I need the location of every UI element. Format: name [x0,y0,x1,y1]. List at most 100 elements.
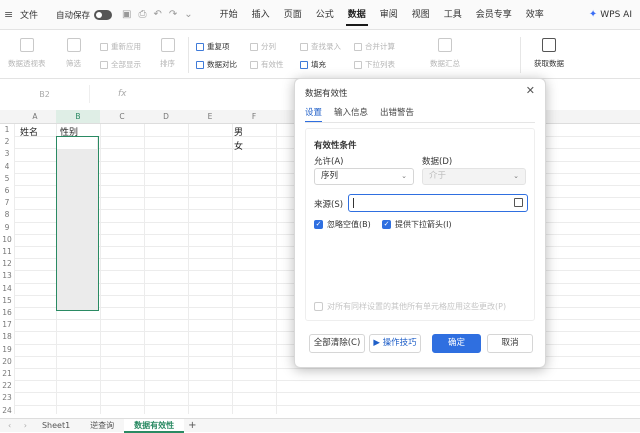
row-header[interactable]: 12 [0,258,14,270]
tab-review[interactable]: 审阅 [373,0,405,30]
fx-icon[interactable]: fx [118,89,127,99]
lookup-entry-button[interactable]: 查找录入 [300,41,341,52]
column-header[interactable]: F [232,110,276,124]
autosave-toggle[interactable] [94,9,113,20]
reapply-button[interactable]: 重新应用 [100,41,141,52]
row-header[interactable]: 6 [0,185,14,197]
clear-all-button[interactable]: 全部清除(C) [309,334,365,353]
sheet-tab[interactable]: 逆查询 [80,419,124,433]
redo-icon[interactable]: ↷ [169,9,177,20]
validity-button[interactable]: 有效性 [250,59,284,70]
column-header[interactable]: E [188,110,232,124]
tab-error-alert[interactable]: 出错警告 [380,106,414,123]
row-header[interactable]: 14 [0,283,14,295]
checkbox-checked-icon: ✓ [382,220,391,229]
get-data-button[interactable]: 获取数据 [534,38,564,69]
tab-data[interactable]: 数据 [341,0,373,30]
wps-ai-button[interactable]: ✦ WPS AI [589,9,632,20]
column-header[interactable]: B [56,110,100,124]
row-header[interactable]: 5 [0,173,14,185]
row-header[interactable]: 22 [0,380,14,392]
more-icon[interactable]: ⌄ [184,9,192,20]
source-input[interactable] [348,194,528,212]
row-header[interactable]: 20 [0,356,14,368]
cell-f2[interactable]: 女 [234,139,243,152]
file-menu[interactable]: 文件 [20,8,38,21]
fill-button[interactable]: 填充 [300,59,326,70]
column-header[interactable]: D [144,110,188,124]
row-header[interactable]: 10 [0,234,14,246]
filter-button[interactable]: 筛选 [66,38,81,69]
tab-tools[interactable]: 工具 [437,0,469,30]
sheet-nav-icon[interactable]: ‹ › [8,421,32,430]
row-header[interactable]: 15 [0,295,14,307]
dialog-tabs: 设置 输入信息 出错警告 [305,106,414,123]
close-icon[interactable]: ✕ [526,84,535,97]
dropdown-arrow-checkbox[interactable]: ✓ 提供下拉箭头(I) [382,219,452,230]
column-header[interactable]: C [100,110,144,124]
print-icon[interactable]: ⎙ [138,9,146,20]
name-box[interactable]: B2 [0,85,90,103]
select-all-corner[interactable] [0,110,14,124]
tab-view[interactable]: 视图 [405,0,437,30]
show-all-button[interactable]: 全部显示 [100,59,141,70]
sheet-tab[interactable]: Sheet1 [32,419,80,433]
dropdown-arrow-label: 提供下拉箭头(I) [395,220,452,229]
cell-f1[interactable]: 男 [234,125,243,138]
row-header[interactable]: 13 [0,270,14,282]
fill-icon [300,60,308,69]
ok-button[interactable]: 确定 [432,334,481,353]
selected-range[interactable] [56,136,99,311]
range-picker-icon[interactable] [514,198,523,207]
validity-icon [250,60,258,69]
allow-select[interactable]: 序列 ⌄ [314,168,414,185]
data-select: 介于 ⌄ [422,168,526,185]
tab-efficiency[interactable]: 效率 [519,0,551,30]
add-sheet-icon[interactable]: + [188,420,196,431]
row-header[interactable]: 18 [0,331,14,343]
menu-icon[interactable]: ≡ [4,8,14,21]
merge-calc-button[interactable]: 合并计算 [354,41,395,52]
row-header[interactable]: 19 [0,344,14,356]
apply-all-checkbox[interactable]: 对所有同样设置的其他所有单元格应用这些更改(P) [314,301,506,312]
row-header[interactable]: 16 [0,307,14,319]
ignore-blank-checkbox[interactable]: ✓ 忽略空值(B) [314,219,371,230]
row-header[interactable]: 8 [0,209,14,221]
sheet-tab-active[interactable]: 数据有效性 [124,418,185,433]
row-header[interactable]: 9 [0,222,14,234]
tab-formula[interactable]: 公式 [309,0,341,30]
cell-b1[interactable]: 性别 [60,125,78,138]
filter-icon [66,38,81,52]
row-header[interactable]: 2 [0,136,14,148]
duplicates-button[interactable]: 重复项 [196,41,230,52]
data-compare-button[interactable]: 数据对比 [196,59,237,70]
tab-member[interactable]: 会员专享 [469,0,519,30]
row-header[interactable]: 24 [0,405,14,414]
tab-start[interactable]: 开始 [213,0,245,30]
tips-button[interactable]: ▶ 操作技巧 [369,334,421,353]
tab-settings[interactable]: 设置 [305,106,323,123]
duplicates-icon [196,42,204,51]
undo-icon[interactable]: ↶ [153,9,161,20]
row-header[interactable]: 21 [0,368,14,380]
sort-button[interactable]: 排序 [160,38,175,69]
split-column-button[interactable]: 分列 [250,41,276,52]
row-header[interactable]: 23 [0,392,14,404]
row-header[interactable]: 1 [0,124,14,136]
row-header[interactable]: 7 [0,197,14,209]
tab-insert[interactable]: 插入 [245,0,277,30]
cancel-button[interactable]: 取消 [487,334,533,353]
row-header[interactable]: 3 [0,148,14,160]
pivot-table-button[interactable]: 数据透视表 [8,38,46,69]
consolidate-button[interactable]: 数据汇总 [430,38,460,69]
dropdown-list-button[interactable]: 下拉列表 [354,59,395,70]
column-header[interactable]: A [14,110,56,124]
tab-page[interactable]: 页面 [277,0,309,30]
tab-input-message[interactable]: 输入信息 [334,106,368,123]
source-label: 来源(S) [314,200,344,210]
save-icon[interactable]: ▣ [122,9,131,20]
row-header[interactable]: 11 [0,246,14,258]
row-header[interactable]: 17 [0,319,14,331]
cell-a1[interactable]: 姓名 [20,125,38,138]
row-header[interactable]: 4 [0,161,14,173]
